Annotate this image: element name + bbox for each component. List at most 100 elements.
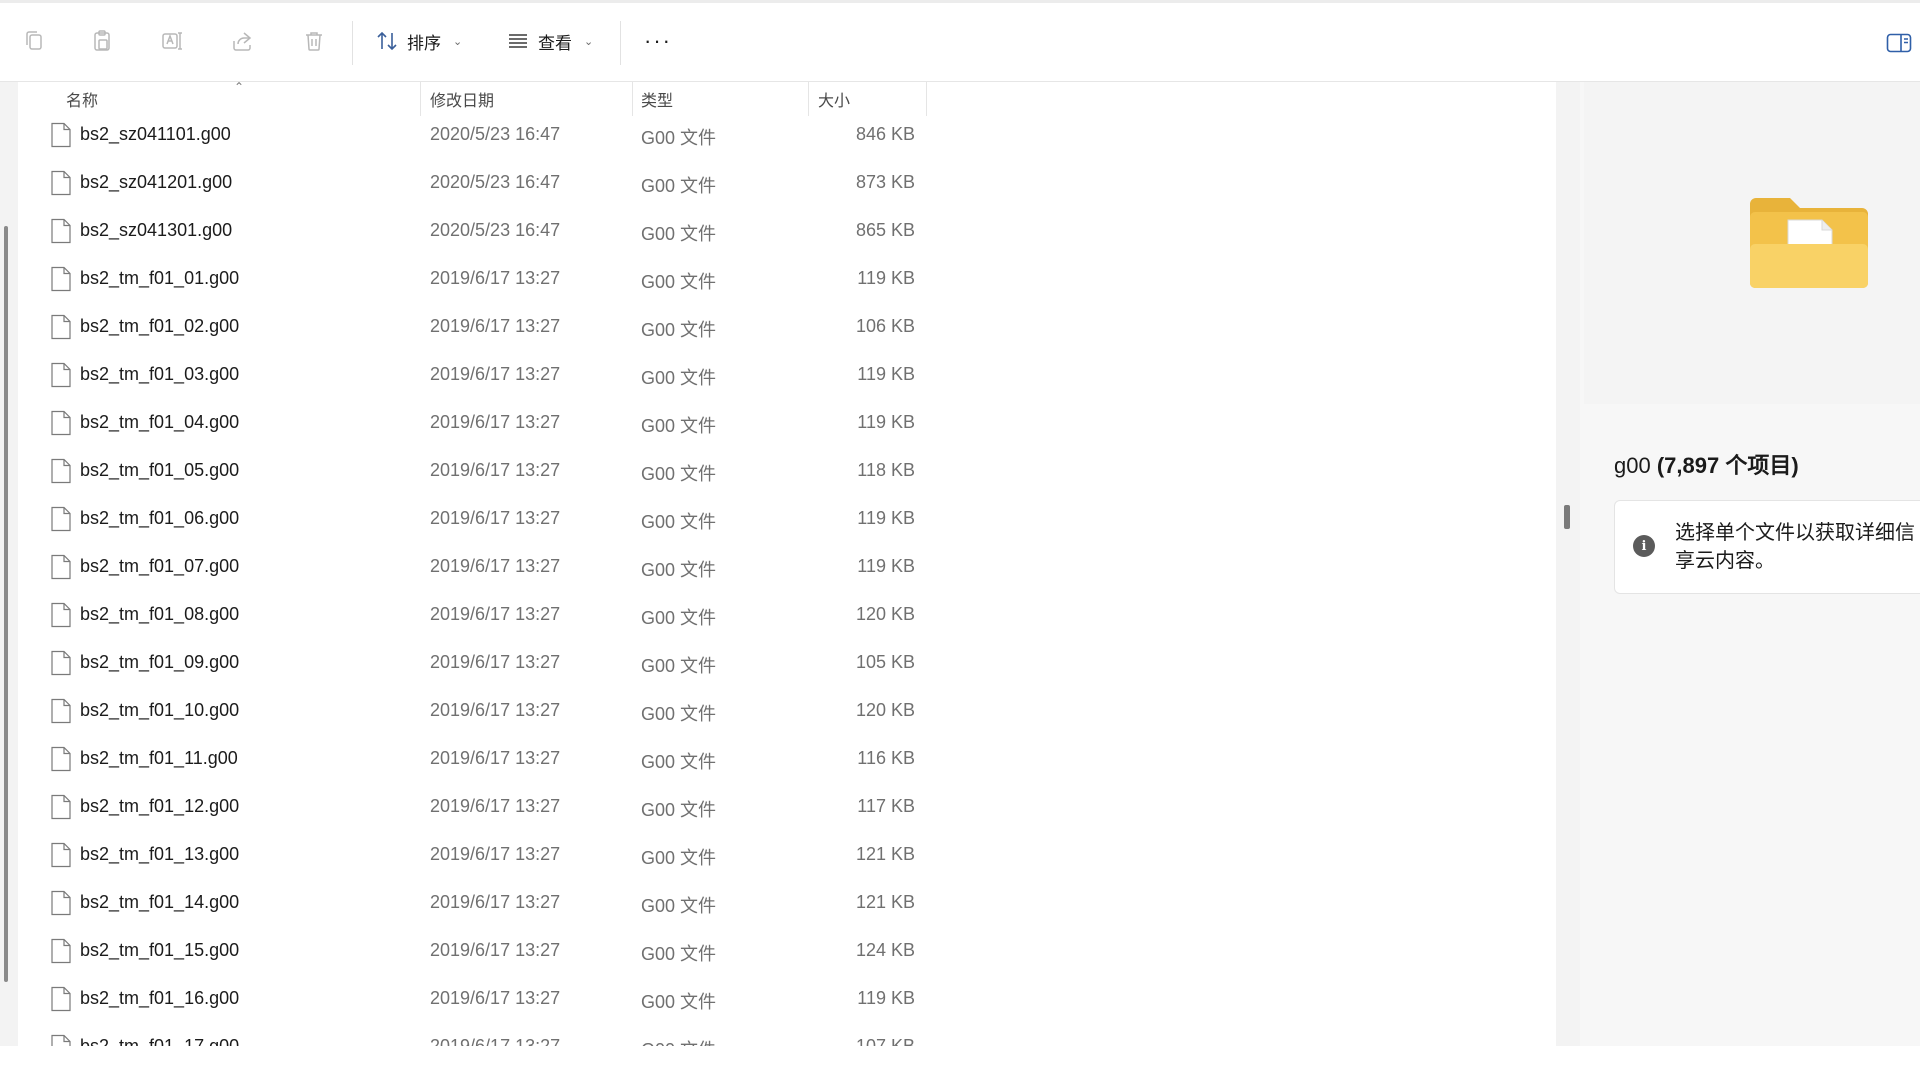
details-pane-icon[interactable] (1886, 32, 1912, 54)
file-icon (51, 218, 71, 244)
file-date-modified: 2019/6/17 13:27 (430, 268, 561, 288)
file-row[interactable]: bs2_tm_f01_06.g00 2019/6/17 13:27 G00 文件… (0, 500, 940, 548)
file-date-modified: 2019/6/17 13:27 (430, 604, 561, 624)
file-size: 120 KB (855, 700, 915, 720)
file-size: 106 KB (855, 316, 915, 336)
file-date-modified: 2020/5/23 16:47 (430, 172, 561, 192)
file-icon (51, 698, 71, 724)
file-date-modified: 2019/6/17 13:27 (430, 700, 561, 720)
paste-icon[interactable] (86, 25, 118, 57)
folder-item-count: (7,897 个项目) (1656, 453, 1799, 478)
sort-label: 排序 (407, 33, 441, 53)
rename-icon[interactable] (156, 25, 188, 57)
file-size: 119 KB (857, 364, 915, 384)
file-name: bs2_tm_f01_04.g00 (80, 412, 240, 432)
column-divider[interactable] (632, 82, 633, 116)
file-icon (51, 650, 71, 676)
scrollbar-thumb[interactable] (1564, 505, 1570, 529)
file-name: bs2_tm_f01_15.g00 (80, 940, 240, 960)
chevron-down-icon: ⌄ (584, 35, 594, 48)
file-size: 116 KB (857, 748, 915, 768)
file-type: G00 文件 (641, 752, 717, 772)
file-row[interactable]: bs2_tm_f01_05.g00 2019/6/17 13:27 G00 文件… (0, 452, 940, 500)
file-row[interactable]: bs2_tm_f01_10.g00 2019/6/17 13:27 G00 文件… (0, 692, 940, 740)
file-row[interactable]: bs2_tm_f01_07.g00 2019/6/17 13:27 G00 文件… (0, 548, 940, 596)
file-type: G00 文件 (641, 560, 717, 580)
file-row[interactable]: bs2_tm_f01_01.g00 2019/6/17 13:27 G00 文件… (0, 260, 940, 308)
file-row[interactable]: bs2_tm_f01_02.g00 2019/6/17 13:27 G00 文件… (0, 308, 940, 356)
file-date-modified: 2019/6/17 13:27 (430, 316, 561, 336)
file-date-modified: 2019/6/17 13:27 (430, 460, 561, 480)
file-rows: bs2_sz041101.g00 2020/5/23 16:47 G00 文件 … (0, 116, 940, 1076)
file-row[interactable]: bs2_sz041101.g00 2020/5/23 16:47 G00 文件 … (0, 116, 940, 164)
folder-summary: g00 (7,897 个项目) (1614, 448, 1799, 480)
window-bottom (0, 1046, 1920, 1080)
file-date-modified: 2020/5/23 16:47 (430, 220, 561, 240)
view-button[interactable]: 查看 ⌄ (506, 25, 593, 57)
file-date-modified: 2019/6/17 13:27 (430, 940, 561, 960)
file-type: G00 文件 (641, 608, 717, 628)
file-row[interactable]: bs2_tm_f01_13.g00 2019/6/17 13:27 G00 文件… (0, 836, 940, 884)
file-size: 865 KB (855, 220, 915, 240)
file-row[interactable]: bs2_tm_f01_11.g00 2019/6/17 13:27 G00 文件… (0, 740, 940, 788)
file-type: G00 文件 (641, 992, 717, 1012)
column-header-type[interactable]: 类型 (641, 82, 801, 116)
column-divider[interactable] (926, 82, 927, 116)
file-list-scrollbar[interactable] (1556, 82, 1580, 1046)
file-type: G00 文件 (641, 944, 717, 964)
file-name: bs2_sz041201.g00 (80, 172, 233, 192)
file-icon (51, 122, 71, 148)
column-header-size[interactable]: 大小 (818, 82, 928, 116)
file-type: G00 文件 (641, 128, 717, 148)
file-row[interactable]: bs2_tm_f01_03.g00 2019/6/17 13:27 G00 文件… (0, 356, 940, 404)
file-row[interactable]: bs2_sz041301.g00 2020/5/23 16:47 G00 文件 … (0, 212, 940, 260)
column-header-date[interactable]: 修改日期 (430, 82, 630, 116)
file-name: bs2_tm_f01_09.g00 (80, 652, 240, 672)
copy-icon[interactable] (18, 25, 50, 57)
file-date-modified: 2019/6/17 13:27 (430, 412, 561, 432)
share-icon[interactable] (226, 25, 258, 57)
file-date-modified: 2019/6/17 13:27 (430, 892, 561, 912)
info-message: 选择单个文件以获取详细信 享云内容。 (1675, 522, 1915, 572)
file-size: 119 KB (857, 268, 915, 288)
file-type: G00 文件 (641, 848, 717, 868)
file-row[interactable]: bs2_tm_f01_08.g00 2019/6/17 13:27 G00 文件… (0, 596, 940, 644)
file-row[interactable]: bs2_tm_f01_16.g00 2019/6/17 13:27 G00 文件… (0, 980, 940, 1028)
file-size: 105 KB (855, 652, 915, 672)
file-date-modified: 2019/6/17 13:27 (430, 796, 561, 816)
file-row[interactable]: bs2_tm_f01_04.g00 2019/6/17 13:27 G00 文件… (0, 404, 940, 452)
file-date-modified: 2019/6/17 13:27 (430, 556, 561, 576)
file-row[interactable]: bs2_sz041201.g00 2020/5/23 16:47 G00 文件 … (0, 164, 940, 212)
file-size: 124 KB (855, 940, 915, 960)
file-row[interactable]: bs2_tm_f01_14.g00 2019/6/17 13:27 G00 文件… (0, 884, 940, 932)
more-options-button[interactable]: ··· (640, 25, 676, 57)
delete-icon[interactable] (298, 25, 330, 57)
file-name: bs2_tm_f01_02.g00 (80, 316, 240, 336)
file-size: 873 KB (855, 172, 915, 192)
column-divider[interactable] (808, 82, 809, 116)
file-type: G00 文件 (641, 464, 717, 484)
file-size: 119 KB (857, 556, 915, 576)
file-type: G00 文件 (641, 272, 717, 292)
file-row[interactable]: bs2_tm_f01_12.g00 2019/6/17 13:27 G00 文件… (0, 788, 940, 836)
view-list-icon (509, 34, 527, 48)
file-size: 121 KB (855, 844, 915, 864)
file-name: bs2_tm_f01_11.g00 (80, 748, 238, 768)
file-icon (51, 938, 71, 964)
file-name: bs2_tm_f01_07.g00 (80, 556, 240, 576)
command-bar: 排序 ⌄ 查看 ⌄ ··· (0, 3, 1920, 82)
file-row[interactable]: bs2_tm_f01_09.g00 2019/6/17 13:27 G00 文件… (0, 644, 940, 692)
file-size: 846 KB (855, 124, 915, 144)
sort-button[interactable]: 排序 ⌄ (375, 25, 462, 57)
file-name: bs2_tm_f01_03.g00 (80, 364, 240, 384)
file-icon (51, 362, 71, 388)
chevron-down-icon: ⌄ (453, 35, 463, 48)
file-row[interactable]: bs2_tm_f01_15.g00 2019/6/17 13:27 G00 文件… (0, 932, 940, 980)
file-type: G00 文件 (641, 368, 717, 388)
file-size: 119 KB (857, 412, 915, 432)
file-icon (51, 794, 71, 820)
column-divider[interactable] (420, 82, 421, 116)
view-label: 查看 (538, 33, 572, 53)
file-date-modified: 2019/6/17 13:27 (430, 508, 561, 528)
folder-name: g00 (1614, 453, 1651, 478)
